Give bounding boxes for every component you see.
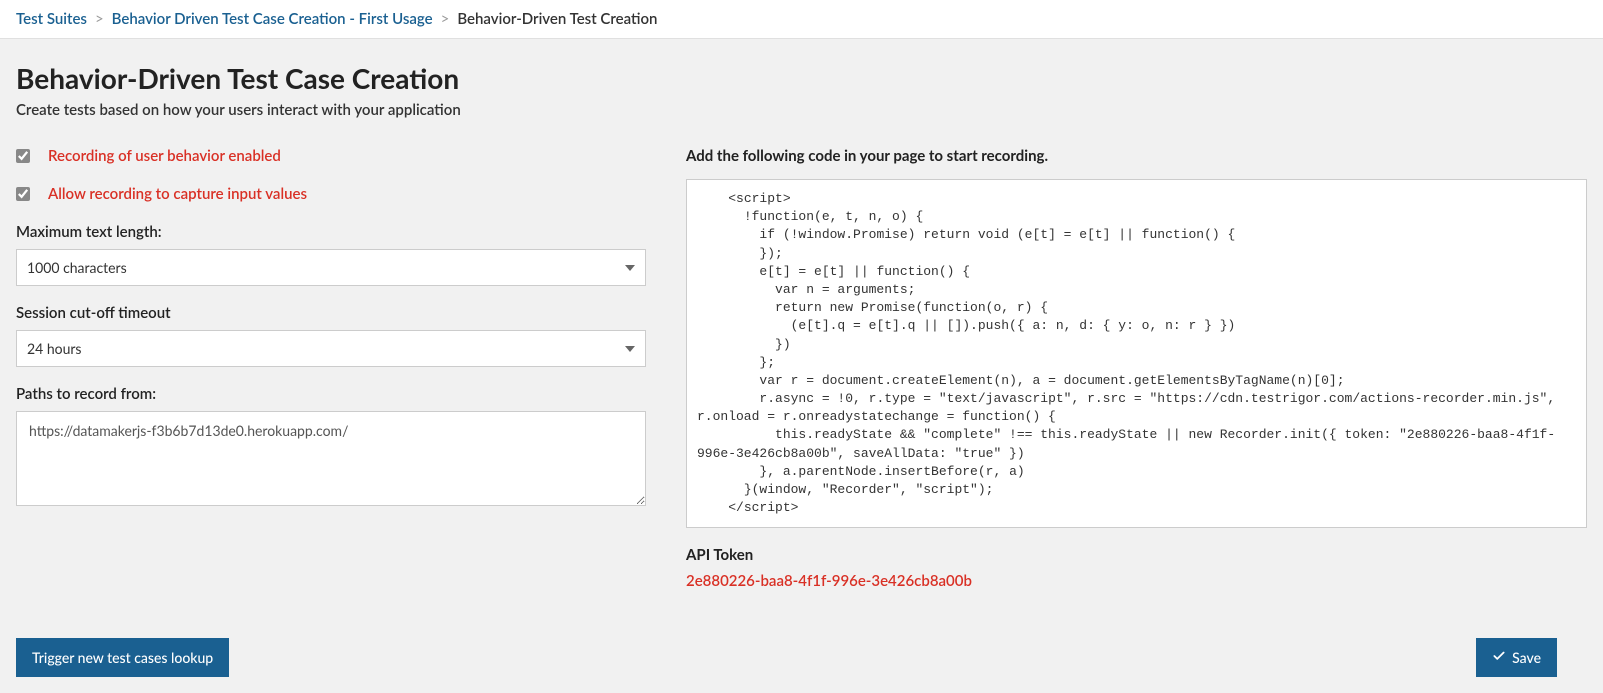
settings-form: Recording of user behavior enabled Allow… [16, 147, 646, 509]
breadcrumb-parent-link[interactable]: Behavior Driven Test Case Creation - Fir… [112, 10, 433, 28]
trigger-lookup-label: Trigger new test cases lookup [32, 649, 213, 666]
paths-label: Paths to record from: [16, 385, 646, 403]
api-token-label: API Token [686, 546, 1587, 564]
recording-enabled-checkbox[interactable] [16, 149, 30, 163]
api-token-value: 2e880226-baa8-4f1f-996e-3e426cb8a00b [686, 572, 1587, 590]
recording-enabled-label: Recording of user behavior enabled [48, 147, 281, 165]
capture-input-checkbox[interactable] [16, 187, 30, 201]
session-cutoff-select[interactable]: 24 hours [16, 330, 646, 367]
recording-script-code: <script> !function(e, t, n, o) { if (!wi… [686, 179, 1587, 528]
page-title: Behavior-Driven Test Case Creation [16, 61, 1587, 95]
page-subtitle: Create tests based on how your users int… [16, 101, 1587, 119]
recording-instructions: Add the following code in your page to s… [686, 147, 1587, 590]
max-text-length-label: Maximum text length: [16, 223, 646, 241]
breadcrumb-separator: > [95, 10, 104, 28]
breadcrumb: Test Suites > Behavior Driven Test Case … [0, 0, 1603, 39]
paths-textarea[interactable] [16, 411, 646, 506]
breadcrumb-separator: > [441, 10, 450, 28]
trigger-lookup-button[interactable]: Trigger new test cases lookup [16, 638, 229, 677]
breadcrumb-current: Behavior-Driven Test Creation [457, 10, 657, 28]
breadcrumb-root-link[interactable]: Test Suites [16, 10, 87, 28]
max-text-length-select[interactable]: 1000 characters [16, 249, 646, 286]
save-button[interactable]: Save [1476, 638, 1557, 677]
save-label: Save [1512, 649, 1541, 666]
session-cutoff-label: Session cut-off timeout [16, 304, 646, 322]
recording-instruction-text: Add the following code in your page to s… [686, 147, 1587, 165]
capture-input-label: Allow recording to capture input values [48, 185, 307, 203]
check-icon [1492, 649, 1506, 666]
